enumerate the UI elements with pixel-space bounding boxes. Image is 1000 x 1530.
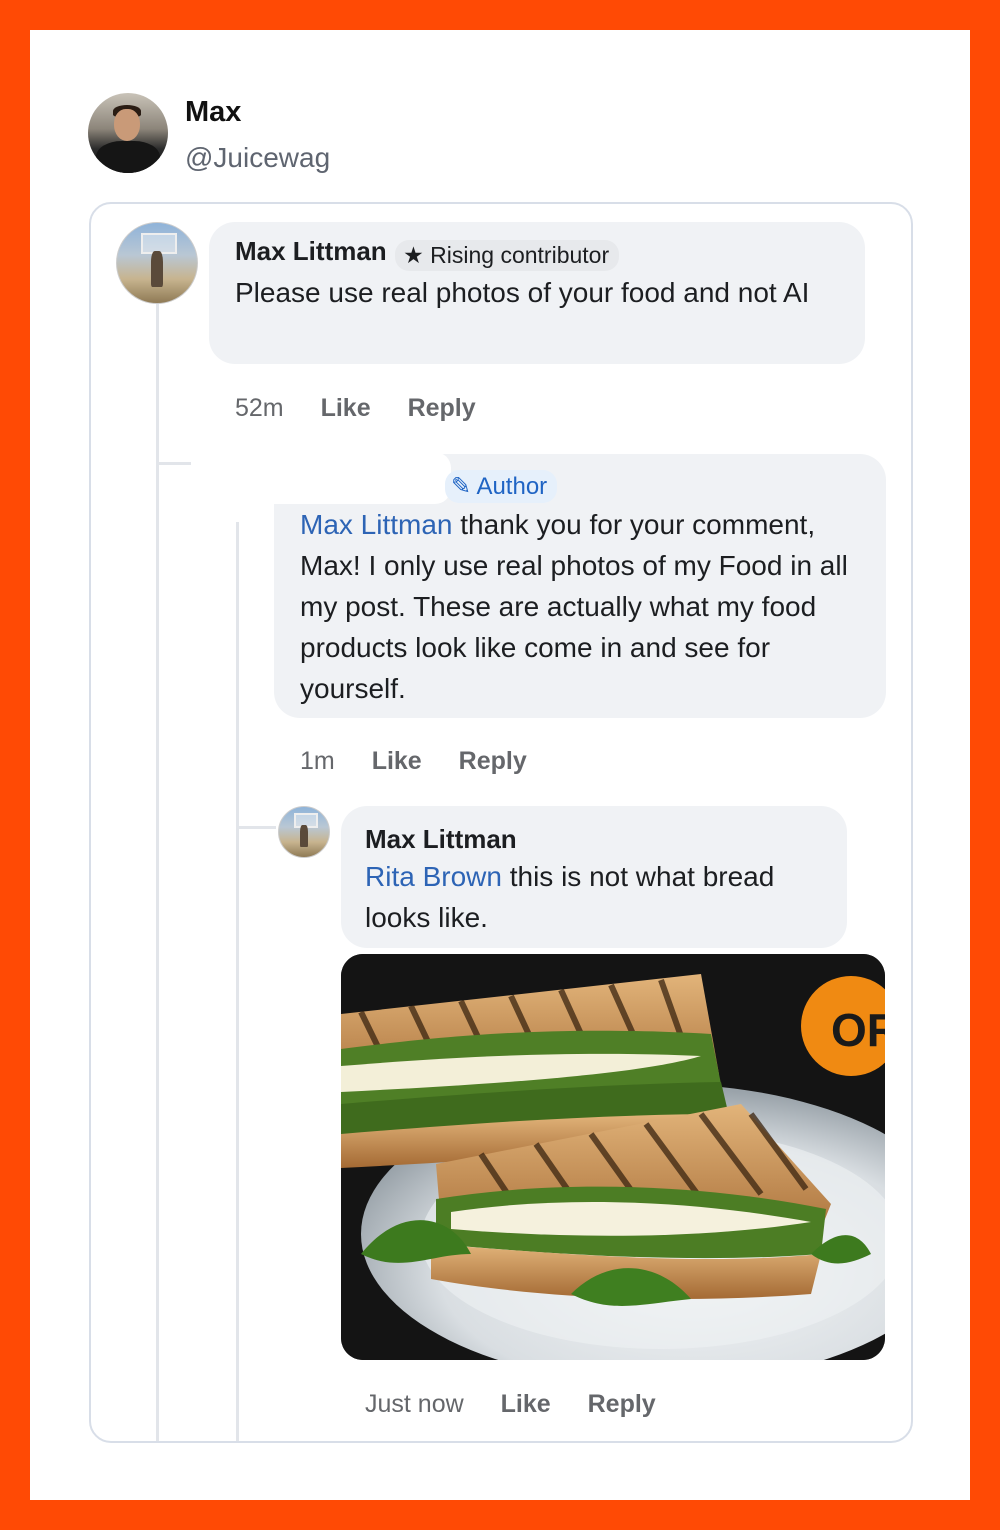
rising-contributor-badge: ★ Rising contributor — [395, 240, 620, 272]
comment-bubble: Max Littman Rita Brown this is not what … — [341, 806, 847, 948]
comment-screenshot: Max Littman ★ Rising contributor Please … — [89, 202, 913, 1443]
commenter-avatar[interactable] — [278, 806, 330, 858]
comment-text: Please use real photos of your food and … — [235, 277, 810, 308]
author-badge: ✎ Author — [445, 470, 558, 503]
author-avatar[interactable] — [88, 93, 168, 173]
comment-actions: 1m Like Reply — [300, 747, 557, 776]
star-icon: ★ — [403, 242, 424, 269]
badge-label: Author — [476, 473, 548, 500]
comment-text: Max Littman thank you for your comment, … — [300, 504, 870, 709]
comment-time: Just now — [365, 1390, 464, 1418]
like-button[interactable]: Like — [372, 747, 422, 775]
comment-time: 1m — [300, 747, 335, 775]
comment-actions: 52m Like Reply — [235, 394, 506, 423]
redacted-name — [191, 452, 451, 504]
reply-button[interactable]: Reply — [588, 1390, 656, 1418]
tweet-card: Max @Juicewag Max Littman ★ Rising contr… — [30, 30, 970, 1500]
commenter-name[interactable]: Max Littman — [235, 236, 387, 266]
comment-actions: Just now Like Reply — [365, 1390, 686, 1419]
commenter-name[interactable]: Max Littman — [365, 824, 517, 855]
thread-line — [236, 826, 276, 829]
comment-text: Rita Brown this is not what bread looks … — [365, 856, 835, 938]
mention-link[interactable]: Rita Brown — [365, 861, 502, 892]
thread-line — [236, 522, 239, 1441]
attached-photo[interactable]: OR — [341, 954, 885, 1360]
thread-line — [156, 304, 159, 1441]
author-name[interactable]: Max — [185, 96, 241, 129]
commenter-avatar[interactable] — [116, 222, 198, 304]
sandwich-photo: OR — [341, 954, 885, 1360]
reply-button[interactable]: Reply — [459, 747, 527, 775]
pencil-icon: ✎ — [451, 473, 472, 500]
logo-text: OR — [831, 1004, 885, 1056]
mention-link[interactable]: Max Littman — [300, 509, 453, 540]
like-button[interactable]: Like — [501, 1390, 551, 1418]
comment-bubble: Max Littman ★ Rising contributor Please … — [209, 222, 865, 364]
comment-time: 52m — [235, 394, 284, 422]
author-handle[interactable]: @Juicewag — [185, 142, 330, 174]
reply-button[interactable]: Reply — [408, 394, 476, 422]
like-button[interactable]: Like — [321, 394, 371, 422]
badge-label: Rising contributor — [430, 242, 610, 269]
